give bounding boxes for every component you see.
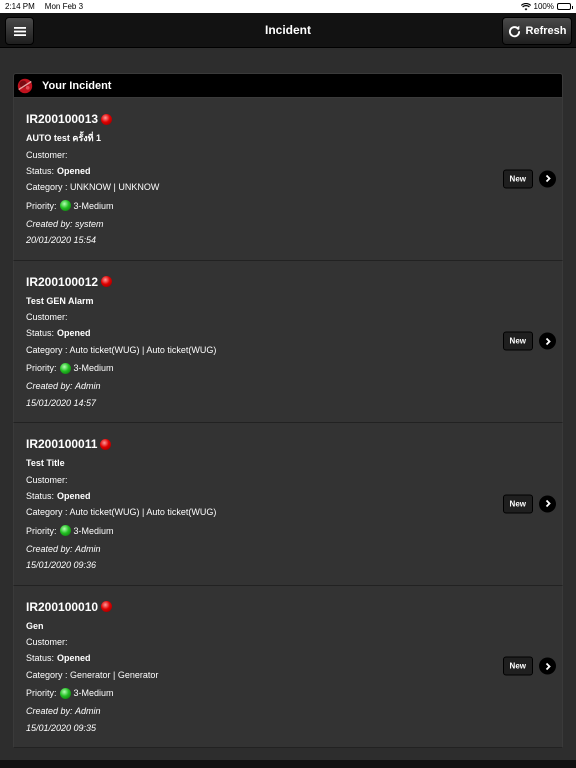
priority-green-dot-icon bbox=[59, 525, 71, 537]
app-logo-icon bbox=[17, 78, 33, 93]
priority-green-dot-icon bbox=[59, 200, 71, 212]
refresh-button[interactable]: Refresh bbox=[502, 17, 572, 45]
navigation-bar: Incident Refresh bbox=[0, 13, 576, 48]
battery-percent: 100% bbox=[533, 2, 554, 11]
state-badge: New bbox=[502, 331, 533, 351]
incident-title: AUTO test ครั้งที่ 1 bbox=[26, 133, 102, 144]
customer-label: Customer: bbox=[26, 149, 68, 160]
incident-title: Gen bbox=[26, 620, 44, 631]
status-date: Mon Feb 3 bbox=[44, 2, 84, 11]
refresh-label: Refresh bbox=[525, 25, 567, 37]
incident-id: IR200100013 bbox=[26, 112, 99, 126]
incident-id: IR200100011 bbox=[26, 437, 98, 451]
status-value: Opened bbox=[57, 328, 91, 339]
priority-label: Priority: bbox=[26, 363, 57, 374]
hamburger-icon bbox=[13, 26, 26, 36]
incident-item[interactable]: IR200100011 Test Title Customer: Status:… bbox=[13, 423, 563, 586]
page-title: Incident bbox=[264, 23, 311, 37]
priority-label: Priority: bbox=[26, 525, 57, 536]
chevron-right-icon bbox=[545, 175, 551, 183]
status-red-dot-icon bbox=[101, 113, 113, 125]
priority-value: 3-Medium bbox=[73, 200, 114, 211]
priority-label: Priority: bbox=[26, 688, 57, 699]
priority-value: 3-Medium bbox=[73, 363, 114, 374]
status-label: Status: bbox=[26, 165, 55, 176]
refresh-icon bbox=[508, 25, 520, 37]
status-red-dot-icon bbox=[101, 601, 113, 612]
customer-label: Customer: bbox=[26, 312, 68, 323]
open-detail-button[interactable] bbox=[539, 495, 556, 513]
status-red-dot-icon bbox=[101, 276, 113, 287]
chevron-right-icon bbox=[545, 662, 551, 670]
created-by-value: system bbox=[75, 218, 104, 229]
incident-list: IR200100013 AUTO test ครั้งที่ 1 Custome… bbox=[13, 98, 563, 748]
incident-item[interactable]: IR200100013 AUTO test ครั้งที่ 1 Custome… bbox=[13, 98, 563, 261]
state-badge: New bbox=[502, 169, 533, 189]
incident-id: IR200100012 bbox=[26, 274, 99, 289]
incident-date: 15/01/2020 14:57 bbox=[26, 397, 97, 408]
status-bar: 2:14 PM Mon Feb 3 100% bbox=[0, 0, 576, 13]
state-badge: New bbox=[502, 494, 533, 514]
wifi-icon bbox=[520, 2, 531, 10]
incident-date: 15/01/2020 09:35 bbox=[26, 722, 97, 733]
category: Category : UNKNOW | UNKNOW bbox=[26, 182, 160, 193]
incident-date: 15/01/2020 09:36 bbox=[26, 560, 97, 571]
status-label: Status: bbox=[26, 653, 55, 664]
status-value: Opened bbox=[57, 165, 91, 176]
priority-value: 3-Medium bbox=[73, 525, 114, 536]
open-detail-button[interactable] bbox=[539, 170, 556, 188]
battery-icon bbox=[557, 3, 573, 10]
created-by-value: Admin bbox=[75, 381, 101, 392]
created-by-label: Created by: bbox=[26, 706, 73, 717]
incident-item[interactable]: IR200100010 Gen Customer: Status: Opened… bbox=[13, 585, 563, 748]
incident-item[interactable]: IR200100012 Test GEN Alarm Customer: Sta… bbox=[13, 260, 563, 423]
status-value: Opened bbox=[57, 490, 91, 501]
panel-title: Your Incident bbox=[42, 79, 112, 92]
main-content: Your Incident IR200100013 AUTO test ครั้… bbox=[0, 48, 576, 748]
category: Category : Auto ticket(WUG) | Auto ticke… bbox=[26, 344, 217, 355]
priority-green-dot-icon bbox=[59, 687, 71, 699]
category: Category : Auto ticket(WUG) | Auto ticke… bbox=[26, 507, 217, 518]
incident-id: IR200100010 bbox=[26, 599, 99, 614]
priority-green-dot-icon bbox=[59, 362, 71, 374]
status-red-dot-icon bbox=[100, 438, 112, 450]
status-value: Opened bbox=[57, 653, 91, 664]
created-by-label: Created by: bbox=[26, 381, 73, 392]
chevron-right-icon bbox=[545, 500, 551, 508]
incident-date: 20/01/2020 15:54 bbox=[26, 235, 97, 246]
panel-header: Your Incident bbox=[13, 73, 563, 98]
menu-button[interactable] bbox=[5, 17, 34, 45]
created-by-label: Created by: bbox=[26, 218, 73, 229]
customer-label: Customer: bbox=[26, 474, 68, 485]
status-label: Status: bbox=[26, 490, 55, 501]
customer-label: Customer: bbox=[26, 637, 68, 648]
category: Category : Generator | Generator bbox=[26, 669, 159, 680]
created-by-value: Admin bbox=[75, 543, 101, 554]
status-time: 2:14 PM bbox=[5, 2, 35, 11]
open-detail-button[interactable] bbox=[539, 332, 556, 350]
created-by-label: Created by: bbox=[26, 543, 73, 554]
chevron-right-icon bbox=[545, 337, 551, 345]
priority-label: Priority: bbox=[26, 200, 57, 211]
status-label: Status: bbox=[26, 328, 55, 339]
created-by-value: Admin bbox=[75, 706, 101, 717]
incident-title: Test GEN Alarm bbox=[26, 295, 94, 306]
priority-value: 3-Medium bbox=[73, 688, 114, 699]
incident-title: Test Title bbox=[26, 458, 65, 469]
open-detail-button[interactable] bbox=[539, 657, 556, 675]
state-badge: New bbox=[502, 656, 533, 676]
bottom-bar bbox=[0, 760, 576, 768]
